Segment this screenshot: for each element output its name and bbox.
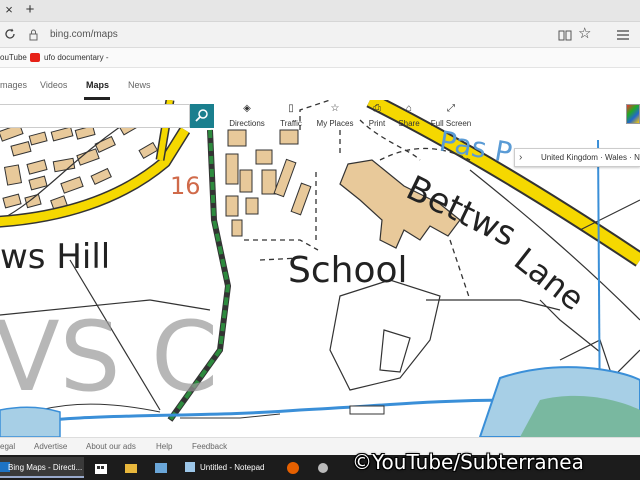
nav-maps[interactable]: Maps <box>86 78 109 92</box>
breadcrumb: United Kingdom · Wales · N <box>541 153 640 162</box>
favorite-ufo-documentary[interactable]: ufo documentary - <box>44 51 108 65</box>
search-icon <box>195 109 208 122</box>
browser-tabstrip: × + <box>0 0 640 22</box>
close-tab-icon[interactable]: × <box>2 3 16 17</box>
footer-about-ads-link[interactable]: About our ads <box>86 441 136 453</box>
location-breadcrumb-panel[interactable]: › United Kingdom · Wales · N <box>514 148 640 167</box>
traffic-icon: ▯ <box>288 103 294 114</box>
map-label-lane: Lane <box>507 240 591 318</box>
map-label-large: VS C <box>0 301 218 413</box>
lock-icon <box>29 28 38 41</box>
taskbar-photos-icon[interactable] <box>152 457 170 478</box>
map-label-pas: Pas P <box>437 124 515 169</box>
directions-icon: ◈ <box>243 103 251 114</box>
taskbar-explorer-icon[interactable] <box>122 457 140 478</box>
youtube-icon <box>30 53 40 62</box>
address-bar: bing.com/maps ☆ <box>0 22 640 48</box>
new-tab-button[interactable]: + <box>22 2 38 18</box>
reading-view-icon[interactable] <box>558 28 572 42</box>
full-screen-button[interactable]: ⤢ Full Screen <box>426 101 476 130</box>
directions-button[interactable]: ◈ Directions <box>222 101 272 130</box>
search-input[interactable] <box>0 104 190 128</box>
taskbar-app-icon[interactable] <box>314 457 332 478</box>
favorite-youtube[interactable]: ouTube <box>0 51 27 65</box>
map-toolbar: ◈ Directions ▯ Traffic ☆ My Places ⎙ Pri… <box>222 101 480 130</box>
notepad-icon <box>185 462 195 472</box>
hub-icon[interactable] <box>616 28 630 42</box>
bing-nav: mages Videos Maps News <box>0 68 640 100</box>
traffic-button[interactable]: ▯ Traffic <box>266 101 316 130</box>
footer-legal-link[interactable]: egal <box>0 441 15 453</box>
footer-help-link[interactable]: Help <box>156 441 172 453</box>
taskbar-firefox-icon[interactable] <box>284 457 302 478</box>
map-label-number: 16 <box>170 172 201 200</box>
chevron-right-icon[interactable]: › <box>519 151 529 165</box>
map-label-school: School <box>288 250 408 291</box>
refresh-icon[interactable] <box>4 27 16 41</box>
nav-images[interactable]: mages <box>0 78 27 92</box>
nav-news[interactable]: News <box>128 78 151 92</box>
watermark: ©YouTube/Subterranea <box>352 450 584 474</box>
taskbar-edge-item[interactable]: Bing Maps - Directi... <box>0 457 84 478</box>
map-label-hill: ws Hill <box>0 237 110 277</box>
footer-advertise-link[interactable]: Advertise <box>34 441 67 453</box>
url-field[interactable]: bing.com/maps <box>50 28 118 42</box>
avatar[interactable] <box>626 104 640 124</box>
taskbar-store-icon[interactable] <box>92 457 110 478</box>
full-screen-icon: ⤢ <box>447 103 455 114</box>
favorite-star-icon[interactable]: ☆ <box>578 26 594 42</box>
nav-videos[interactable]: Videos <box>40 78 67 92</box>
taskbar-notepad-item[interactable]: Untitled - Notepad <box>182 457 268 478</box>
favorites-bar: ouTube ufo documentary - <box>0 48 640 68</box>
footer-feedback-link[interactable]: Feedback <box>192 441 227 453</box>
search-button[interactable] <box>190 104 214 128</box>
